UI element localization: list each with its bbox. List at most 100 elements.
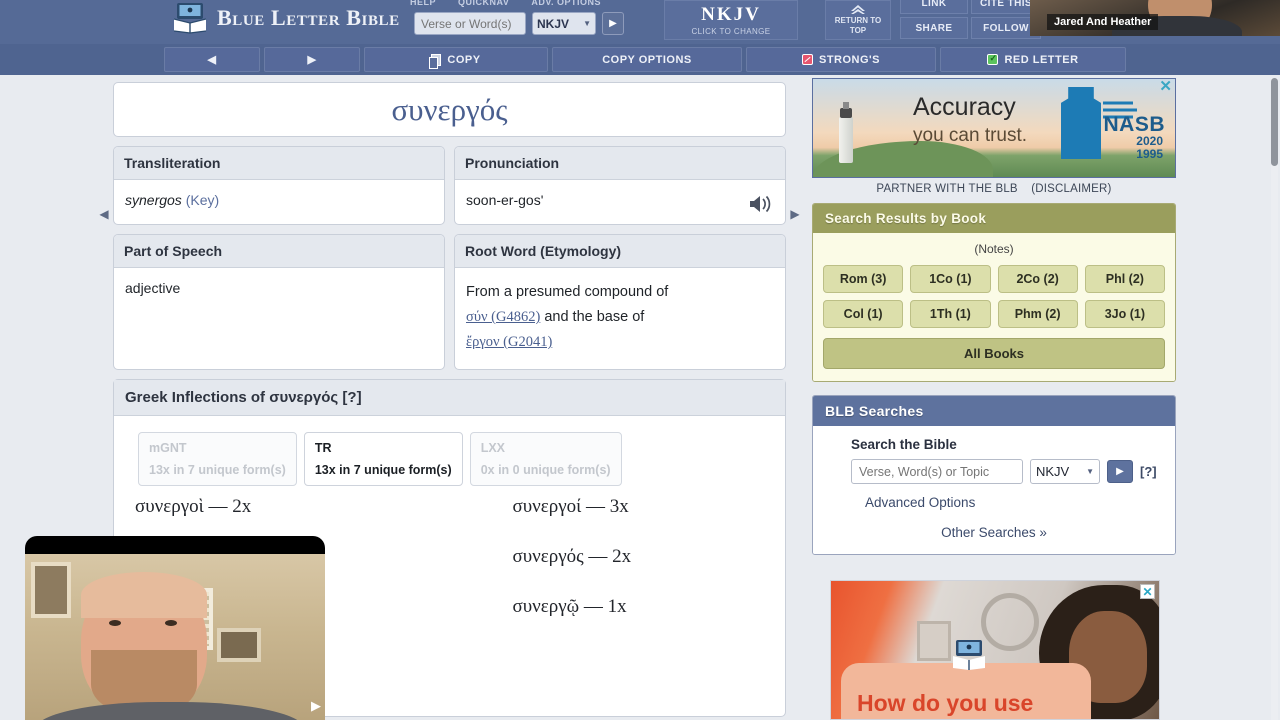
root-link-sun[interactable]: σύν (G4862) <box>466 309 540 325</box>
strongs-label: STRONG'S <box>818 53 880 66</box>
book-chip-phl[interactable]: Phl (2) <box>1084 265 1165 293</box>
mini-nav-adv-options[interactable]: ADV. OPTIONS <box>531 0 601 7</box>
webcam-person-eye <box>165 620 177 626</box>
search-the-bible-row: NKJV ▼ ▶ [?] <box>851 459 1163 484</box>
wall-picture-decor <box>31 562 71 618</box>
mini-nav-help[interactable]: HELP <box>410 0 436 7</box>
inflection-source-tabs: mGNT 13x in 7 unique form(s) TR 13x in 7… <box>138 432 774 486</box>
tab-tr-name: TR <box>314 441 332 455</box>
red-letter-label: RED LETTER <box>1004 53 1079 66</box>
book-chip-2co[interactable]: 2Co (2) <box>997 265 1078 293</box>
part-of-speech-card: Part of Speech adjective <box>113 234 445 370</box>
tab-lxx-count: 0x in 0 unique form(s) <box>480 463 611 477</box>
transliteration-body: synergos (Key) <box>114 180 444 224</box>
search-results-body: (Notes) Rom (3) 1Co (1) 2Co (2) Phl (2) … <box>813 233 1175 381</box>
webcam-video-frame: ▶ <box>25 554 325 720</box>
inflection-form-item[interactable]: συνεργῷ — 1x <box>513 596 775 618</box>
inflection-form-item[interactable]: συνεργός — 2x <box>513 546 775 568</box>
webcam-person-eye <box>109 620 121 626</box>
scrollbar-thumb[interactable] <box>1271 78 1278 166</box>
chevron-down-icon: ▼ <box>583 19 591 28</box>
inflection-form-item[interactable]: συνεργοὶ — 2x <box>135 496 455 518</box>
all-books-button[interactable]: All Books <box>823 338 1165 369</box>
close-icon[interactable]: ✕ <box>1140 584 1155 599</box>
previous-button[interactable]: ◀ <box>164 47 260 72</box>
disclaimer-link[interactable]: (DISCLAIMER) <box>1031 183 1111 195</box>
return-to-top-label: RETURN TO TOP <box>834 16 882 35</box>
share-button[interactable]: SHARE <box>900 17 968 39</box>
root-line1: From a presumed compound of <box>466 284 669 300</box>
nasb-advertisement[interactable]: ✕ Accuracy you can trust. NASB 2020 1995 <box>812 78 1176 178</box>
pronunciation-caption: Pronunciation <box>455 147 785 180</box>
tab-mgnt[interactable]: mGNT 13x in 7 unique form(s) <box>138 432 297 486</box>
header-search-input[interactable] <box>414 12 526 35</box>
play-arrow-icon: ▶ <box>609 18 617 29</box>
pronunciation-body: soon-er-gos' <box>455 180 785 224</box>
other-searches-link[interactable]: Other Searches » <box>825 525 1163 540</box>
header-search-go-button[interactable]: ▶ <box>602 12 624 35</box>
root-mid: and the base of <box>540 309 645 325</box>
blb-searches-body: Search the Bible NKJV ▼ ▶ [?] Advanced O… <box>813 426 1175 554</box>
notes-link[interactable]: (Notes) <box>823 242 1165 256</box>
webcam-expand-icon[interactable]: ▶ <box>311 698 321 714</box>
book-chip-3jo[interactable]: 3Jo (1) <box>1084 300 1165 328</box>
bible-search-input[interactable] <box>851 459 1023 484</box>
version-switch-box[interactable]: NKJV CLICK TO CHANGE <box>664 0 798 40</box>
triangle-right-icon: ▶ <box>790 207 800 221</box>
red-letter-toggle[interactable]: RED LETTER <box>940 47 1126 72</box>
mini-nav: HELP QUICKNAV ADV. OPTIONS <box>410 0 640 7</box>
book-chip-col[interactable]: Col (1) <box>823 300 904 328</box>
pos-root-row: Part of Speech adjective Root Word (Etym… <box>113 234 786 370</box>
right-arrow-icon: ▶ <box>307 54 317 66</box>
transliteration-value: synergos <box>125 192 182 208</box>
blb-searches-title: BLB Searches <box>813 396 1175 426</box>
book-chip-phm[interactable]: Phm (2) <box>997 300 1078 328</box>
webcam-person-hair <box>81 572 207 618</box>
root-link-ergon[interactable]: ἔργον (G2041) <box>466 334 552 350</box>
collapse-left-panel-handle[interactable]: ◀ <box>98 201 110 227</box>
tab-tr[interactable]: TR 13x in 7 unique form(s) <box>303 432 463 486</box>
book-chip-1th[interactable]: 1Th (1) <box>910 300 991 328</box>
copy-button[interactable]: COPY <box>364 47 548 72</box>
link-button[interactable]: LINK <box>900 0 968 14</box>
translit-pronunciation-row: Transliteration synergos (Key) Pronuncia… <box>113 146 786 225</box>
picture-frame-decor <box>917 621 951 661</box>
inflection-form-item[interactable]: συνεργοί — 3x <box>513 496 775 518</box>
search-results-title: Search Results by Book <box>813 204 1175 233</box>
book-chip-rom[interactable]: Rom (3) <box>823 265 904 293</box>
close-icon[interactable]: ✕ <box>1159 79 1172 94</box>
brand-logo[interactable]: Blue Letter Bible <box>172 2 400 34</box>
transliteration-key-link[interactable]: (Key) <box>186 192 219 208</box>
copy-options-label: COPY OPTIONS <box>602 53 692 66</box>
collapse-right-panel-handle[interactable]: ▶ <box>789 201 801 227</box>
part-of-speech-caption: Part of Speech <box>114 235 444 268</box>
root-word-body: From a presumed compound of σύν (G4862) … <box>455 268 785 369</box>
book-chip-1co[interactable]: 1Co (1) <box>910 265 991 293</box>
nasb-mark-icon <box>1061 87 1101 159</box>
copy-options-button[interactable]: COPY OPTIONS <box>552 47 742 72</box>
mini-nav-quicknav[interactable]: QUICKNAV <box>458 0 509 7</box>
bible-search-help-link[interactable]: [?] <box>1140 464 1157 479</box>
return-to-top-button[interactable]: RETURN TO TOP <box>825 0 891 40</box>
header-version-select[interactable]: NKJV ▼ <box>532 12 596 35</box>
left-arrow-icon: ◀ <box>207 54 217 66</box>
partner-link[interactable]: PARTNER WITH THE BLB <box>876 183 1017 195</box>
advanced-options-link[interactable]: Advanced Options <box>865 495 1163 510</box>
bible-search-version-select[interactable]: NKJV ▼ <box>1030 459 1100 484</box>
search-the-bible-label: Search the Bible <box>851 437 957 452</box>
speaker-icon[interactable] <box>748 194 774 217</box>
tab-lxx[interactable]: LXX 0x in 0 unique form(s) <box>469 432 622 486</box>
play-arrow-icon: ▶ <box>1116 466 1124 477</box>
ad-bottom-headline: How do you use <box>857 690 1034 716</box>
wall-picture-decor <box>217 628 261 662</box>
bible-search-go-button[interactable]: ▶ <box>1107 460 1133 483</box>
next-button[interactable]: ▶ <box>264 47 360 72</box>
webcam-main-video[interactable]: ▶ <box>25 536 325 720</box>
headword-card: συνεργός <box>113 82 786 137</box>
strongs-toggle[interactable]: STRONG'S <box>746 47 936 72</box>
blb-promo-advertisement[interactable]: ✕ How do you use <box>830 580 1160 720</box>
page-scrollbar[interactable] <box>1271 78 1278 720</box>
nasb-logo: NASB 2020 1995 <box>1055 87 1165 172</box>
partner-line: PARTNER WITH THE BLB (DISCLAIMER) <box>812 178 1176 203</box>
blb-searches-panel: BLB Searches Search the Bible NKJV ▼ ▶ [… <box>812 395 1176 555</box>
